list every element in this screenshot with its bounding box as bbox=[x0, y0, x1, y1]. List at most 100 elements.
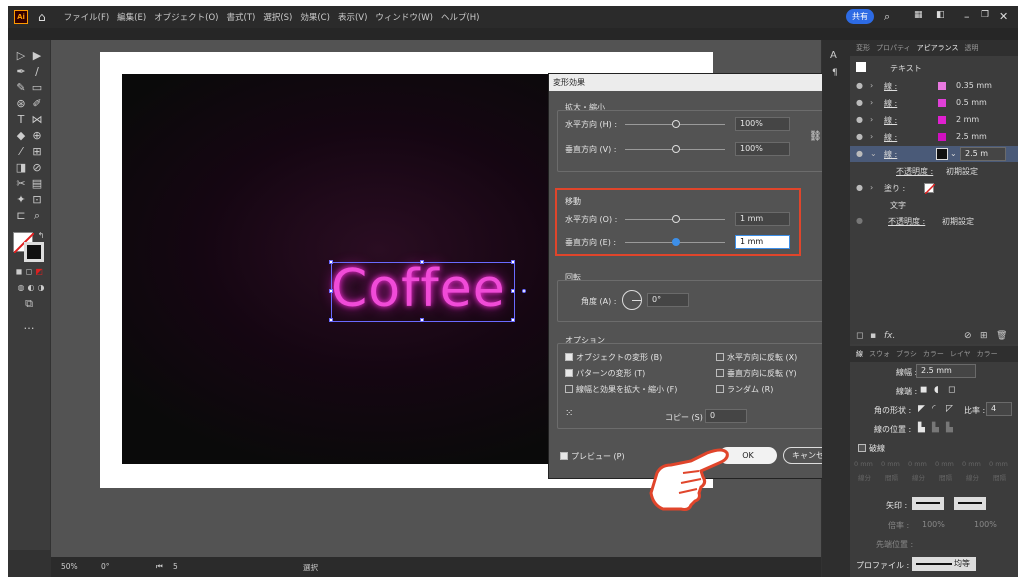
share-button[interactable]: 共有 bbox=[846, 9, 874, 24]
scale-strokes-checkbox[interactable] bbox=[565, 385, 573, 393]
clear-icon[interactable]: ⊘ bbox=[964, 331, 972, 341]
chevron-down-icon[interactable]: ⌄ bbox=[950, 149, 957, 158]
limit-input[interactable]: 4 bbox=[986, 402, 1012, 416]
handle-bottom-right[interactable] bbox=[511, 318, 515, 322]
stroke-swatch[interactable] bbox=[938, 82, 946, 90]
gap-field[interactable]: 0 mm bbox=[881, 460, 900, 468]
rectangle-tool-icon[interactable]: ▭ bbox=[30, 82, 44, 94]
expand-icon[interactable]: › bbox=[870, 132, 873, 141]
search-icon[interactable]: ⌕ bbox=[884, 10, 890, 24]
handle-middle-right[interactable] bbox=[511, 289, 515, 293]
arrange-icon[interactable]: ▦ bbox=[914, 10, 923, 20]
duplicate-icon[interactable]: ⊞ bbox=[980, 331, 988, 341]
move-horizontal-knob[interactable] bbox=[672, 215, 680, 223]
scale-end[interactable]: 100% bbox=[974, 520, 997, 529]
curvature-tool-icon[interactable]: ∕ bbox=[30, 66, 44, 78]
menu-view[interactable]: 表示(V) bbox=[338, 11, 367, 23]
fill-row[interactable]: ● › 塗り : bbox=[850, 180, 1018, 196]
align-center-icon[interactable]: ▙ bbox=[918, 423, 925, 433]
new-fill-icon[interactable]: ▪ bbox=[870, 331, 876, 341]
tab-layers[interactable]: レイヤ bbox=[950, 349, 971, 359]
stroke-swatch[interactable] bbox=[938, 99, 946, 107]
eye-icon[interactable]: ● bbox=[856, 183, 863, 192]
perspective-tool-icon[interactable]: ⊞ bbox=[30, 146, 44, 158]
eye-icon[interactable]: ● bbox=[856, 216, 863, 225]
angle-input[interactable]: 0° bbox=[647, 293, 689, 307]
selection-tool-icon[interactable]: ▷ bbox=[14, 50, 28, 62]
blend-tool-icon[interactable]: ⊘ bbox=[30, 162, 44, 174]
expand-icon[interactable]: › bbox=[870, 81, 873, 90]
pin-tool-icon[interactable]: ✦ bbox=[14, 194, 28, 206]
screen-mode-icon[interactable]: ⧉ bbox=[22, 298, 36, 310]
copies-input[interactable]: 0 bbox=[705, 409, 747, 423]
menu-window[interactable]: ウィンドウ(W) bbox=[375, 11, 433, 23]
tab-swatches[interactable]: スウォ bbox=[869, 349, 890, 359]
opacity-label[interactable]: 不透明度 : bbox=[888, 216, 925, 227]
direct-selection-tool-icon[interactable]: ▶ bbox=[30, 50, 44, 62]
stroke-weight-input[interactable]: 2.5 m bbox=[960, 147, 1006, 161]
type-tool-icon[interactable]: T bbox=[14, 114, 28, 126]
dash-field[interactable]: 0 mm bbox=[854, 460, 873, 468]
zoom-tool-icon[interactable]: ⌕ bbox=[30, 210, 44, 222]
menu-type[interactable]: 書式(T) bbox=[227, 11, 256, 23]
rotation-value[interactable]: 0° bbox=[101, 562, 110, 571]
collapse-icon[interactable]: ⌄ bbox=[870, 149, 877, 158]
stroke-value[interactable]: 0.35 mm bbox=[956, 81, 992, 90]
stroke-value[interactable]: 2 mm bbox=[956, 115, 979, 124]
fill-label[interactable]: 塗り : bbox=[884, 183, 905, 194]
dash-field[interactable]: 0 mm bbox=[908, 460, 927, 468]
cap-butt-icon[interactable]: ◼ bbox=[920, 385, 927, 395]
brush-tool-icon[interactable]: ✎ bbox=[14, 82, 28, 94]
transform-objects-checkbox[interactable] bbox=[565, 353, 573, 361]
paragraph-icon[interactable]: ¶ bbox=[832, 68, 838, 78]
eyedropper-tool-icon[interactable]: ⁄ bbox=[14, 146, 28, 158]
corner-round-icon[interactable]: ◜ bbox=[932, 404, 936, 414]
handle-bottom-center[interactable] bbox=[420, 318, 424, 322]
arrow-end-select[interactable] bbox=[954, 497, 986, 510]
reflect-x-checkbox[interactable] bbox=[716, 353, 724, 361]
menu-file[interactable]: ファイル(F) bbox=[64, 11, 110, 23]
corner-miter-icon[interactable]: ◤ bbox=[918, 404, 925, 414]
slice-tool-icon[interactable]: ⊏ bbox=[14, 210, 28, 222]
new-layer-icon[interactable]: ◻ bbox=[856, 331, 863, 341]
menu-select[interactable]: 選択(S) bbox=[263, 11, 292, 23]
symbol-tool-icon[interactable]: ⊛ bbox=[14, 98, 28, 110]
fx-icon[interactable]: fx. bbox=[884, 331, 895, 341]
transform-patterns-checkbox[interactable] bbox=[565, 369, 573, 377]
dashed-checkbox[interactable] bbox=[858, 444, 866, 452]
expand-icon[interactable]: › bbox=[870, 115, 873, 124]
pen-tool-icon[interactable]: ✒ bbox=[14, 66, 28, 78]
opacity-label[interactable]: 不透明度 : bbox=[896, 166, 933, 177]
eye-icon[interactable]: ● bbox=[856, 98, 863, 107]
angle-dial[interactable] bbox=[622, 290, 642, 310]
home-icon[interactable]: ⌂ bbox=[38, 10, 46, 24]
eye-icon[interactable]: ● bbox=[856, 132, 863, 141]
fill-none-swatch[interactable] bbox=[924, 183, 936, 195]
weight-input[interactable]: 2.5 mm bbox=[916, 364, 976, 378]
stroke-value[interactable]: 0.5 mm bbox=[956, 98, 987, 107]
draw-inside-icon[interactable]: ◑ bbox=[34, 282, 48, 294]
eye-icon[interactable]: ● bbox=[856, 81, 863, 90]
artboard-number[interactable]: 5 bbox=[173, 562, 178, 571]
stroke-value[interactable]: 2.5 mm bbox=[956, 132, 987, 141]
arrow-start-select[interactable] bbox=[912, 497, 944, 510]
expand-icon[interactable]: › bbox=[870, 183, 873, 192]
scale-start[interactable]: 100% bbox=[922, 520, 945, 529]
scale-vertical-knob[interactable] bbox=[672, 145, 680, 153]
minimize-icon[interactable]: – bbox=[964, 10, 970, 23]
profile-select[interactable]: 均等 bbox=[912, 557, 976, 571]
align-inside-icon[interactable]: ▙ bbox=[932, 423, 939, 433]
tab-color[interactable]: カラー bbox=[923, 349, 944, 359]
gap-field[interactable]: 0 mm bbox=[935, 460, 954, 468]
move-vertical-input[interactable]: 1 mm bbox=[735, 235, 790, 249]
cap-square-icon[interactable]: ◻ bbox=[948, 385, 955, 395]
reference-point-icon[interactable]: ⁙ bbox=[565, 408, 573, 419]
handle-middle-left[interactable] bbox=[329, 289, 333, 293]
stroke-row-selected[interactable]: ● ⌄ 線 : ⌄ 2.5 m bbox=[850, 146, 1018, 162]
stroke-label[interactable]: 線 : bbox=[884, 115, 897, 126]
scissors-tool-icon[interactable]: ✂ bbox=[14, 178, 28, 190]
artboard-first-icon[interactable]: ⏮ bbox=[156, 562, 163, 572]
handle-top-left[interactable] bbox=[329, 260, 333, 264]
tab-transform[interactable]: 変形 bbox=[856, 43, 870, 53]
tab-appearance[interactable]: アピアランス bbox=[917, 43, 959, 53]
